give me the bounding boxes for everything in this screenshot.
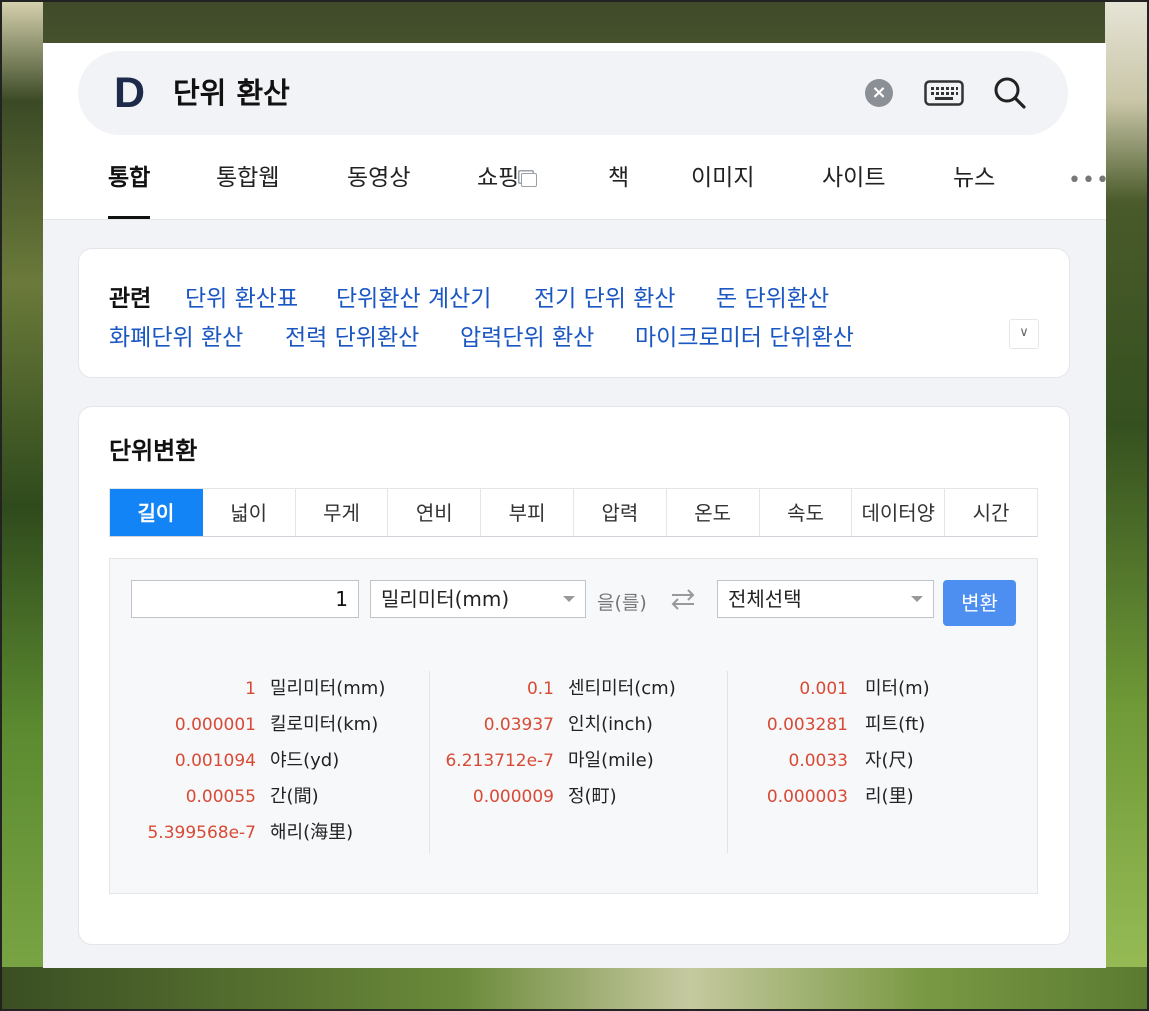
category-tab-temperature[interactable]: 온도 xyxy=(666,489,760,536)
clear-icon[interactable]: × xyxy=(865,79,893,107)
search-tabs: 통합 통합웹 동영상 쇼핑 책 이미지 사이트 뉴스 xyxy=(43,156,1106,219)
result-unit: 정(町) xyxy=(568,786,617,807)
related-link[interactable]: 전력 단위환산 xyxy=(285,318,419,352)
tab-images[interactable]: 이미지 xyxy=(691,156,754,219)
search-input[interactable]: 단위 환산 xyxy=(173,73,290,113)
related-link[interactable]: 돈 단위환산 xyxy=(716,279,829,313)
related-link[interactable]: 압력단위 환산 xyxy=(460,318,594,352)
result-unit: 피트(ft) xyxy=(865,714,926,735)
category-tab-speed[interactable]: 속도 xyxy=(759,489,853,536)
caret-down-icon xyxy=(563,596,575,602)
related-title: 관련 xyxy=(109,286,152,312)
tab-news[interactable]: 뉴스 xyxy=(953,156,995,219)
result-value: 0.001094 xyxy=(174,751,256,771)
result-unit: 야드(yd) xyxy=(270,750,340,771)
result-value: 0.1 xyxy=(526,679,554,699)
related-searches-card: 관련 단위 환산표 단위환산 계산기 전기 단위 환산 돈 단위환산 화폐단위 … xyxy=(78,248,1070,378)
from-unit-label: 밀리미터(mm) xyxy=(381,587,510,611)
result-unit: 미터(m) xyxy=(865,678,930,699)
header: D 단위 환산 × 통합 통합웹 동영상 쇼핑 책 이미지 사이트 뉴스 ••• xyxy=(43,43,1109,220)
category-tab-volume[interactable]: 부피 xyxy=(481,489,574,536)
category-tab-length[interactable]: 길이 xyxy=(110,489,203,536)
conversion-results: 1 밀리미터(mm) 0.000001 킬로미터(km) 0.001094 야드(yd… xyxy=(110,671,1039,861)
background-left xyxy=(0,0,43,1011)
tab-shopping-label: 쇼핑 xyxy=(477,165,520,191)
tab-shopping[interactable]: 쇼핑 xyxy=(477,156,538,219)
result-value: 6.213712e-7 xyxy=(445,751,554,771)
result-value: 1 xyxy=(245,679,256,699)
result-unit: 센티미터(cm) xyxy=(568,678,676,699)
chevron-down-icon[interactable]: ∨ xyxy=(1009,319,1039,349)
related-link[interactable]: 단위 환산표 xyxy=(185,279,298,313)
result-value: 0.00055 xyxy=(185,787,256,807)
result-value: 0.001 xyxy=(799,679,848,699)
tab-video[interactable]: 동영상 xyxy=(347,156,410,219)
tab-sites[interactable]: 사이트 xyxy=(822,156,885,219)
result-unit: 인치(inch) xyxy=(568,714,653,735)
category-tab-data[interactable]: 데이터양 xyxy=(852,489,946,536)
background-bottom xyxy=(0,967,1149,1011)
caret-down-icon xyxy=(911,596,923,602)
result-value: 0.03937 xyxy=(483,715,554,735)
related-link[interactable]: 화폐단위 환산 xyxy=(109,318,243,352)
category-tabs: 길이 넓이 무게 연비 부피 압력 온도 속도 데이터양 시간 xyxy=(109,488,1038,537)
category-tab-fuel[interactable]: 연비 xyxy=(388,489,482,536)
particle-label: 을(를) xyxy=(597,592,647,614)
result-value: 5.399568e-7 xyxy=(147,823,256,843)
result-value: 0.000003 xyxy=(766,787,848,807)
related-link[interactable]: 마이크로미터 단위환산 xyxy=(635,318,854,352)
unit-converter-card: 단위변환 길이 넓이 무게 연비 부피 압력 온도 속도 데이터양 시간 1 밀… xyxy=(78,406,1070,945)
search-results-panel: D 단위 환산 × 통합 통합웹 동영상 쇼핑 책 이미지 사이트 뉴스 •••… xyxy=(43,43,1109,968)
category-tab-area[interactable]: 넓이 xyxy=(202,489,296,536)
category-tab-weight[interactable]: 무게 xyxy=(295,489,389,536)
result-unit: 킬로미터(km) xyxy=(270,714,379,735)
result-value: 0.000001 xyxy=(174,715,256,735)
keyboard-icon[interactable] xyxy=(924,79,964,107)
result-unit: 간(間) xyxy=(270,786,319,807)
category-tab-pressure[interactable]: 압력 xyxy=(573,489,667,536)
result-unit: 마일(mile) xyxy=(568,750,654,771)
result-value: 0.000009 xyxy=(472,787,554,807)
tab-books[interactable]: 책 xyxy=(608,156,629,219)
search-icon[interactable] xyxy=(992,75,1028,111)
convert-button[interactable]: 변환 xyxy=(943,580,1016,626)
result-value: 0.0033 xyxy=(788,751,848,771)
background-right xyxy=(1105,0,1149,1011)
result-unit: 해리(海里) xyxy=(270,822,354,843)
to-unit-label: 전체선택 xyxy=(728,587,802,611)
result-unit: 리(里) xyxy=(865,786,914,807)
tab-integrated[interactable]: 통합 xyxy=(108,156,151,219)
result-unit: 밀리미터(mm) xyxy=(270,678,386,699)
category-tab-time[interactable]: 시간 xyxy=(945,489,1037,536)
value-input[interactable]: 1 xyxy=(131,580,359,618)
related-link[interactable]: 단위환산 계산기 xyxy=(336,279,491,313)
more-icon[interactable]: ••• xyxy=(1068,168,1110,193)
converter-title: 단위변환 xyxy=(109,437,198,465)
tab-web[interactable]: 통합웹 xyxy=(216,156,279,219)
swap-icon[interactable] xyxy=(669,588,697,610)
daum-logo[interactable]: D xyxy=(114,72,150,115)
result-value: 0.003281 xyxy=(766,715,848,735)
result-unit: 자(尺) xyxy=(865,750,914,771)
search-bar[interactable]: D 단위 환산 × xyxy=(78,51,1068,135)
related-link[interactable]: 전기 단위 환산 xyxy=(534,279,676,313)
converter-body: 1 밀리미터(mm) 을(를) 전체선택 변환 1 밀리미터(mm) 0.000… xyxy=(109,558,1038,894)
to-unit-select[interactable]: 전체선택 xyxy=(717,580,934,618)
from-unit-select[interactable]: 밀리미터(mm) xyxy=(370,580,586,618)
external-link-icon xyxy=(521,173,538,187)
